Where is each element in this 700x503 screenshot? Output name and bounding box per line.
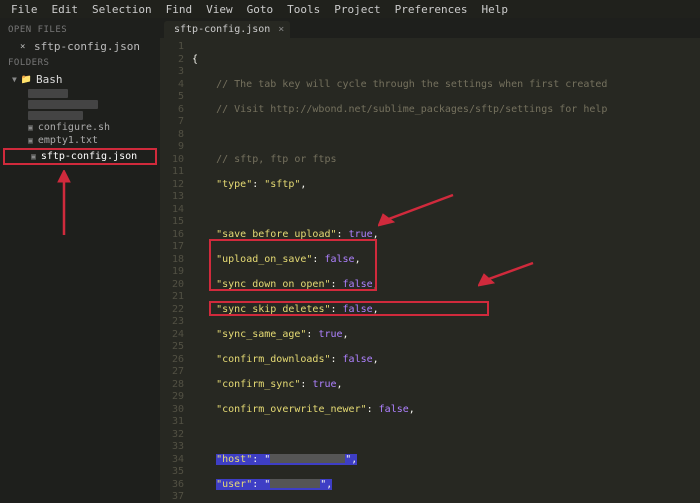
menu-view[interactable]: View xyxy=(199,3,240,16)
file-item-blurred-1[interactable] xyxy=(0,88,160,99)
file-icon: ▣ xyxy=(31,152,36,161)
menu-bar: File Edit Selection Find View Goto Tools… xyxy=(0,0,700,18)
file-icon: ▣ xyxy=(28,123,33,132)
tab-bar: sftp-config.json × xyxy=(160,18,700,38)
file-item-sftp-config[interactable]: ▣ sftp-config.json xyxy=(3,148,157,165)
folder-icon: 📁 xyxy=(21,75,32,85)
file-label: configure.sh xyxy=(38,122,110,133)
code-content[interactable]: { // The tab key will cycle through the … xyxy=(192,41,700,503)
file-item-empty[interactable]: ▣ empty1.txt xyxy=(0,134,160,147)
menu-file[interactable]: File xyxy=(4,3,45,16)
folders-header: FOLDERS xyxy=(0,55,160,71)
line-gutter: 1234567891011121314151617181920212223242… xyxy=(160,41,192,503)
chevron-down-icon: ▼ xyxy=(12,75,17,84)
file-item-blurred-3[interactable] xyxy=(0,110,160,121)
tab-label: sftp-config.json xyxy=(174,24,270,35)
editor-pane: sftp-config.json × 123456789101112131415… xyxy=(160,18,700,503)
menu-help[interactable]: Help xyxy=(474,3,515,16)
folder-label: Bash xyxy=(36,73,63,86)
file-icon: ▣ xyxy=(28,136,33,145)
menu-preferences[interactable]: Preferences xyxy=(388,3,475,16)
code-area[interactable]: 1234567891011121314151617181920212223242… xyxy=(160,38,700,503)
file-label: empty1.txt xyxy=(38,135,98,146)
close-icon[interactable]: × xyxy=(278,24,284,35)
file-label: sftp-config.json xyxy=(41,151,137,162)
tab-sftp-config[interactable]: sftp-config.json × xyxy=(164,21,290,38)
open-file-label: sftp-config.json xyxy=(34,40,140,53)
open-file-item[interactable]: × sftp-config.json xyxy=(0,38,160,55)
file-item-blurred-2[interactable] xyxy=(0,99,160,110)
sidebar: OPEN FILES × sftp-config.json FOLDERS ▼ … xyxy=(0,18,160,503)
close-icon[interactable]: × xyxy=(20,42,30,52)
open-files-header: OPEN FILES xyxy=(0,22,160,38)
menu-tools[interactable]: Tools xyxy=(280,3,327,16)
menu-edit[interactable]: Edit xyxy=(45,3,86,16)
menu-selection[interactable]: Selection xyxy=(85,3,159,16)
menu-find[interactable]: Find xyxy=(159,3,200,16)
folder-root[interactable]: ▼ 📁 Bash xyxy=(0,71,160,88)
file-item-configure[interactable]: ▣ configure.sh xyxy=(0,121,160,134)
menu-project[interactable]: Project xyxy=(327,3,387,16)
menu-goto[interactable]: Goto xyxy=(240,3,281,16)
